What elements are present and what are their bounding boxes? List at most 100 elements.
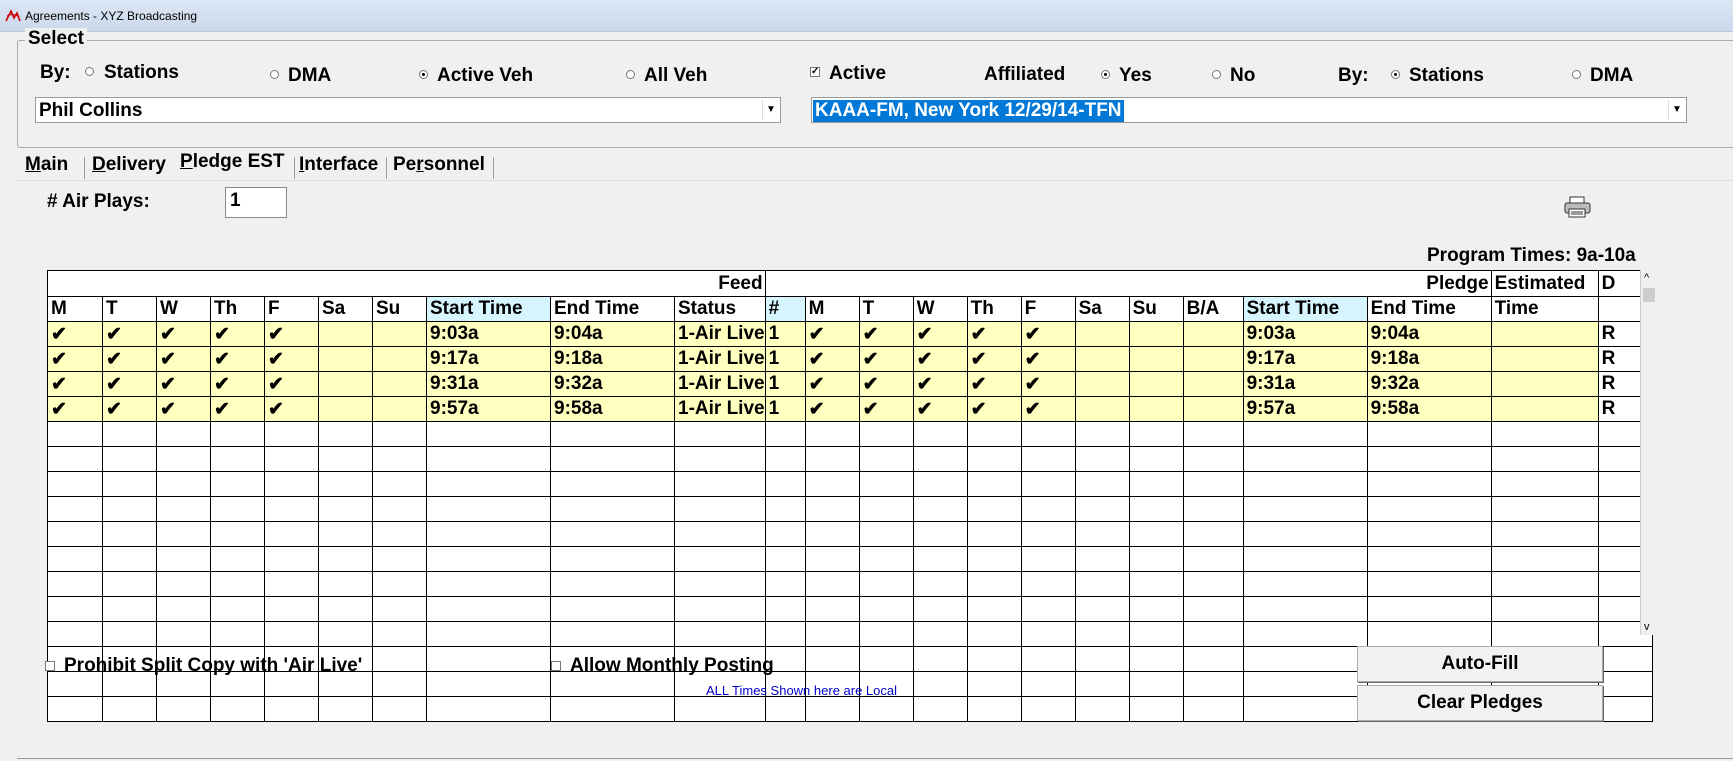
grid-cell[interactable] [1242,646,1368,672]
grid-cell[interactable] [674,446,766,472]
grid-cell[interactable]: 9:31a [1242,371,1368,397]
table-row[interactable]: ✔ ✔ ✔ ✔ ✔ 9:03a 9:04a 1-Air Live 1 ✔ ✔ ✔ ✔ ✔ 9:03a 9:04… [47,321,1653,347]
grid-cell[interactable] [674,621,766,647]
grid-cell[interactable] [102,546,157,572]
grid-cell[interactable] [1182,621,1244,647]
grid-cell[interactable] [210,596,265,622]
grid-cell[interactable] [318,396,373,422]
table-row-empty[interactable] [47,621,1653,647]
grid-cell[interactable] [1074,471,1130,497]
grid-cell[interactable] [1074,396,1130,422]
grid-cell[interactable] [318,546,373,572]
grid-cell[interactable]: ✔ [966,371,1022,397]
grid-cell[interactable]: ✔ [102,371,157,397]
grid-cell[interactable] [372,446,427,472]
grid-cell[interactable] [858,646,914,672]
grid-cell[interactable]: 9:04a [550,321,675,347]
radio-dma[interactable] [270,70,279,79]
grid-cell[interactable] [1020,621,1076,647]
grid-cell[interactable] [102,621,157,647]
grid-cell[interactable] [966,646,1022,672]
col-header[interactable]: Status [674,296,766,322]
grid-cell[interactable] [1182,446,1244,472]
tab-interface[interactable]: Interface [299,154,378,176]
grid-cell[interactable] [1182,346,1244,372]
grid-cell[interactable] [764,421,806,447]
grid-cell[interactable] [1366,446,1492,472]
grid-cell[interactable] [858,621,914,647]
grid-cell[interactable] [47,596,103,622]
tab-delivery[interactable]: Delivery [92,154,166,176]
grid-cell[interactable] [210,621,265,647]
col-header[interactable]: M [804,296,860,322]
grid-cell[interactable] [674,496,766,522]
printer-icon[interactable] [1564,196,1591,218]
scroll-thumb[interactable] [1643,288,1655,302]
grid-cell[interactable] [1020,571,1076,597]
grid-cell[interactable] [1128,346,1184,372]
grid-cell[interactable] [372,696,427,722]
grid-cell[interactable] [966,596,1022,622]
grid-cell[interactable] [47,696,103,722]
col-header[interactable]: W [912,296,968,322]
grid-cell[interactable] [1182,471,1244,497]
grid-cell[interactable] [1182,596,1244,622]
grid-cell[interactable]: ✔ [47,371,103,397]
grid-cell[interactable] [47,621,103,647]
col-header[interactable]: Start Time [1242,296,1368,322]
grid-cell[interactable] [858,571,914,597]
grid-cell[interactable]: ✔ [47,346,103,372]
grid-cell[interactable] [426,546,551,572]
grid-cell[interactable] [426,696,551,722]
grid-cell[interactable] [1490,446,1599,472]
grid-cell[interactable] [1182,396,1244,422]
grid-cell[interactable] [1128,671,1184,697]
grid-cell[interactable] [318,321,373,347]
grid-cell[interactable] [1074,546,1130,572]
grid-cell[interactable] [102,696,157,722]
grid-cell[interactable]: ✔ [102,396,157,422]
grid-cell[interactable] [318,346,373,372]
radio-stations-right-label[interactable]: Stations [1409,65,1484,87]
grid-cell[interactable] [426,646,551,672]
grid-cell[interactable] [1074,321,1130,347]
grid-cell[interactable] [1490,396,1599,422]
grid-cell[interactable] [1074,346,1130,372]
grid-cell[interactable] [426,621,551,647]
grid-cell[interactable] [1128,396,1184,422]
grid-cell[interactable] [1020,471,1076,497]
grid-cell[interactable] [1128,621,1184,647]
grid-cell[interactable] [372,371,427,397]
grid-cell[interactable]: ✔ [858,346,914,372]
grid-cell[interactable] [550,696,675,722]
grid-cell[interactable]: 9:32a [550,371,675,397]
grid-cell[interactable] [372,421,427,447]
grid-cell[interactable] [156,546,211,572]
grid-cell[interactable] [550,471,675,497]
grid-cell[interactable] [550,571,675,597]
grid-cell[interactable] [858,546,914,572]
grid-cell[interactable]: 9:18a [550,346,675,372]
radio-active-veh-label[interactable]: Active Veh [437,65,533,87]
grid-cell[interactable] [47,446,103,472]
grid-cell[interactable] [858,696,914,722]
grid-cell[interactable] [764,496,806,522]
grid-cell[interactable] [764,571,806,597]
grid-cell[interactable] [1242,546,1368,572]
grid-cell[interactable]: 1-Air Live [674,346,766,372]
grid-cell[interactable] [1490,596,1599,622]
grid-cell[interactable]: 9:31a [426,371,551,397]
grid-scrollbar[interactable]: ^ v [1640,270,1657,635]
grid-cell[interactable]: 9:17a [1242,346,1368,372]
grid-cell[interactable] [372,546,427,572]
radio-yes[interactable] [1101,70,1110,79]
grid-cell[interactable]: ✔ [966,346,1022,372]
table-row[interactable]: ✔ ✔ ✔ ✔ ✔ 9:31a 9:32a 1-Air Live 1 ✔ ✔ ✔ ✔ ✔ 9:31a 9:32… [47,371,1653,397]
grid-cell[interactable] [966,446,1022,472]
grid-cell[interactable] [264,496,319,522]
grid-cell[interactable] [426,496,551,522]
radio-dma-label[interactable]: DMA [288,65,331,87]
grid-cell[interactable] [372,496,427,522]
grid-cell[interactable] [1182,546,1244,572]
grid-cell[interactable] [1128,596,1184,622]
